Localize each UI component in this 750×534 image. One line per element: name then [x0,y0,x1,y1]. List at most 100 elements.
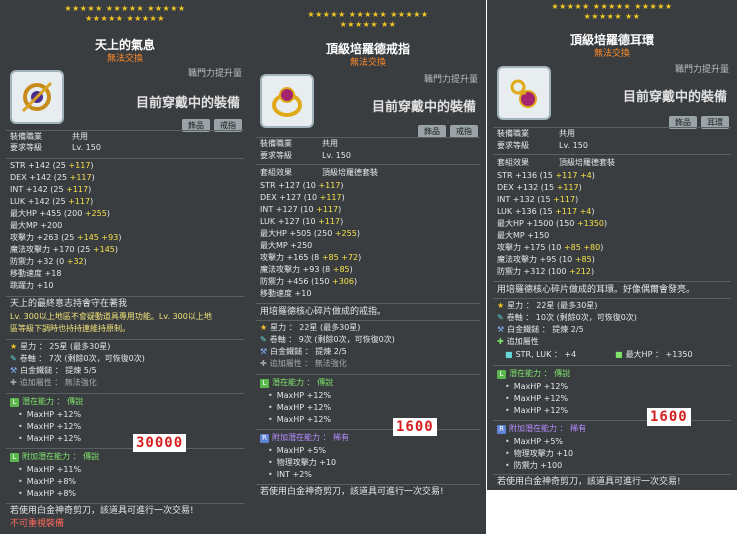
divider [6,503,244,504]
stat-row: 最大HP +505 (250 +255) [260,229,360,238]
stat-row: 魔法攻擊力 +93 (8 +85) [260,265,353,274]
scroll-row: ✎ 卷軸 ： 7次 (剩餘0次，可恢復0次) [10,354,145,363]
stars-row: ★★★★★ ★★★★★ ★★★★★ [64,4,186,13]
stat-row: DEX +127 (10 +117) [260,193,345,202]
star-force-stars: ★★★★★ ★★★★★ ★★★★★ ★★★★★ ★★ [250,10,486,30]
extra-option-icon: ✚ [10,378,17,387]
bonus-potential-line: INT +2% [268,469,312,481]
legendary-badge-icon: L [260,379,269,388]
label: 要求等級 [10,143,42,152]
bonus-potential-title: L 附加潛在能力 ： 傳說 [10,451,99,463]
rare-badge-icon: R [260,434,269,443]
star-icon: ★ [497,301,505,310]
hammer-icon: ⚒ [10,366,18,375]
price-label: 30000 [133,434,187,452]
hammer-icon: ⚒ [497,325,505,334]
stat-row: 攻擊力 +175 (10 +85 +80) [497,243,604,252]
item-icon-box [10,70,64,124]
stars-row: ★★★★★ ★★★★★ [85,14,165,23]
divider [256,429,480,430]
extra-option-detail-right: ■ 最大HP ： +1350 [615,350,693,359]
stat-row: 最大HP +1500 (150 +1350) [497,219,608,228]
legendary-badge-icon: L [497,370,506,379]
star-icon: ★ [260,323,268,332]
divider [493,474,731,475]
stat-row: 攻擊力 +165 (8 +85 +72) [260,253,362,262]
extra-option-row: ✚ 追加屬性 ： 無法強化 [260,359,347,368]
stat-row: 魔法攻擊力 +170 (25 +145) [10,245,119,254]
bonus-potential-line: 物理攻擊力 +10 [505,448,573,460]
value: Lv. 150 [72,143,101,152]
stat-row: 移動速度 +18 [10,269,62,278]
divider [493,154,731,155]
bonus-potential-line: MaxHP +11% [18,464,81,476]
divider [493,365,731,366]
stat-row: 最大MP +250 [260,241,313,250]
divider [256,164,480,165]
star-force-stars: ★★★★★ ★★★★★ ★★★★★ ★★★★★ ★★★★★ [0,4,250,24]
earring-icon [510,79,537,108]
stat-row: STR +127 (10 +117) [260,181,344,190]
extra-option-row: ✚ 追加屬性 ： 無法強化 [10,378,97,387]
divider [6,296,244,297]
stars-row: ★★★★★ ★★ [339,20,397,29]
extra-option-detail-left: ■ STR, LUK ： +4 [505,350,577,359]
divider [6,339,244,340]
req-level-row: 要求等級 Lv. 150 [10,142,101,154]
item-tooltip-panel-1: ★★★★★ ★★★★★ ★★★★★ ★★★★★ ★★★★★ 天上的氣息 無法交換… [0,0,250,534]
legendary-badge-icon: L [10,453,19,462]
divider [256,320,480,321]
equipped-label: 目前穿戴中的裝備 [135,96,240,111]
extra-option-icon: ✚ [497,337,504,346]
hammer-icon: ⚒ [260,347,268,356]
potential-line: MaxHP +12% [505,405,568,417]
bonus-potential-line: MaxHP +8% [18,488,76,500]
scroll-icon: ✎ [10,354,17,363]
star-icon: ★ [10,342,18,351]
bonus-potential-title: R 附加潛在能力 ： 稀有 [497,423,586,435]
potential-line: MaxHP +12% [18,409,81,421]
extra-option-icon: ✚ [260,359,267,368]
hammer-row: ⚒ 白金鐵鎚 ： 提煉 5/5 [10,366,97,375]
item-icon-box [497,66,551,120]
stat-row: DEX +132 (15 +117) [497,183,582,192]
scroll-row: ✎ 卷軸 ： 9次 (剩餘0次，可恢復0次) [260,335,395,344]
potential-line: MaxHP +12% [18,433,81,445]
item-tooltip-panel-2: ★★★★★ ★★★★★ ★★★★★ ★★★★★ ★★ 頂級培羅德戒指 無法交換 … [250,0,486,534]
potential-line: MaxHP +12% [505,381,568,393]
stat-row: DEX +142 (25 +117) [10,173,95,182]
stat-row: 魔法攻擊力 +95 (10 +85) [497,255,595,264]
hp-icon: ■ [615,350,623,359]
scissors-note: 若使用白金神奇剪刀，該道具可進行一次交易! [10,506,194,516]
star-force-row: ★ 星力 ： 25星 (最多30星) [10,342,111,351]
hammer-row: ⚒ 白金鐵鎚 ： 提煉 2/5 [497,325,584,334]
legendary-badge-icon: L [10,398,19,407]
item-tooltip-panel-3: ★★★★★ ★★★★★ ★★★★★ ★★★★★ ★★ 頂級培羅德耳環 無法交換 … [487,0,737,490]
job-row: 裝備職業 共用 [260,139,338,148]
potential-line: MaxHP +12% [268,414,331,426]
price-label: 1600 [393,418,437,436]
stat-row: 防禦力 +32 (0 +32) [10,257,87,266]
bonus-potential-line: MaxHP +5% [268,445,326,457]
stat-row: 最大MP +200 [10,221,63,230]
job-boost-label: 職門力提升量 [674,65,729,75]
ring-icon [272,87,302,117]
star-force-stars: ★★★★★ ★★★★★ ★★★★★ ★★★★★ ★★ [487,2,737,22]
equipped-label: 目前穿戴中的裝備 [622,90,727,105]
item-description: 用培羅德核心碎片做成的戒指。 [260,307,387,317]
stat-row: INT +127 (10 +117) [260,205,342,214]
price-label: 1600 [647,408,691,426]
divider [493,420,731,421]
divider [6,393,244,394]
cannot-reequip-note: 不可重視裝備 [10,519,65,529]
divider [6,158,244,159]
stat-row: 最大HP +455 (200 +255) [10,209,110,218]
stat-row: 跳躍力 +10 [10,281,54,290]
trade-status: 無法交換 [106,54,143,64]
bonus-potential-line: MaxHP +8% [18,476,76,488]
extra-option-row: ✚ 追加屬性 [497,337,539,346]
potential-title: L 潛在能力 ： 傳說 [260,377,333,389]
set-effect-row: 套組效果 頂級培羅德套裝 [260,168,378,177]
rare-badge-icon: R [497,425,506,434]
stat-row: LUK +142 (25 +117) [10,197,94,206]
